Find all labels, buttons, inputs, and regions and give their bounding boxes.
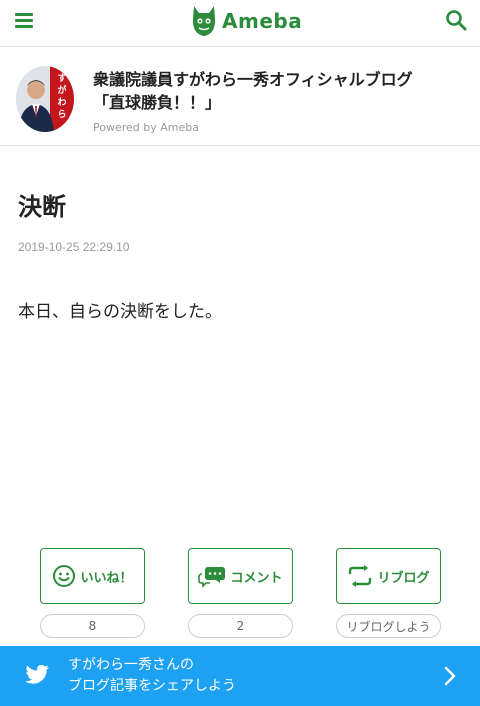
- hamburger-menu-icon[interactable]: [12, 10, 36, 34]
- twitter-share-bar[interactable]: すがわら一秀さんの ブログ記事をシェアしよう: [0, 646, 480, 706]
- avatar-banner-text: す: [57, 73, 66, 84]
- logo-text: Ameba: [222, 9, 303, 33]
- share-text-line1: すがわら一秀さんの: [68, 657, 194, 673]
- comment-button[interactable]: コメント: [188, 548, 293, 604]
- svg-text:が: が: [57, 84, 67, 96]
- search-icon[interactable]: [444, 8, 468, 32]
- article-body: 本日、自らの決断をした。: [18, 302, 222, 322]
- article-title: 決断: [18, 193, 66, 221]
- twitter-bird-icon: [25, 665, 49, 684]
- blog-header: す が わ ら 衆議院議員すがわら一秀オフィシャルブログ 「直球勝負！！」 Po…: [0, 48, 480, 146]
- blog-title[interactable]: 衆議院議員すがわら一秀オフィシャルブログ 「直球勝負！！」: [93, 68, 468, 114]
- svg-text:ら: ら: [57, 109, 66, 120]
- powered-by-text: Powered by Ameba: [93, 121, 199, 134]
- app-header: Ameba: [0, 0, 480, 47]
- reblog-icon: [349, 565, 372, 587]
- share-text: すがわら一秀さんの ブログ記事をシェアしよう: [68, 655, 236, 697]
- share-text-line2: ブログ記事をシェアしよう: [68, 678, 236, 694]
- blog-title-line1: 衆議院議員すがわら一秀オフィシャルブログ: [93, 70, 413, 89]
- ameba-mascot-icon: [192, 6, 216, 36]
- chevron-right-icon: [444, 666, 456, 686]
- svg-text:わ: わ: [57, 97, 66, 108]
- article-date: 2019-10-25 22:29.10: [18, 240, 130, 254]
- reblog-label: リブログ: [377, 570, 430, 586]
- reblog-caption: リブログしよう: [336, 614, 441, 638]
- ameba-logo[interactable]: Ameba: [190, 4, 302, 38]
- comment-bubble-icon: [198, 567, 226, 588]
- comment-count: 2: [188, 614, 293, 638]
- like-label: いいね！: [80, 570, 133, 586]
- blog-title-line2: 「直球勝負！！」: [93, 93, 222, 112]
- avatar[interactable]: す が わ ら: [16, 66, 74, 132]
- reblog-button[interactable]: リブログ: [336, 548, 441, 604]
- like-count: 8: [40, 614, 145, 638]
- smiley-icon: [53, 565, 76, 587]
- like-button[interactable]: いいね！: [40, 548, 145, 604]
- comment-label: コメント: [230, 570, 283, 586]
